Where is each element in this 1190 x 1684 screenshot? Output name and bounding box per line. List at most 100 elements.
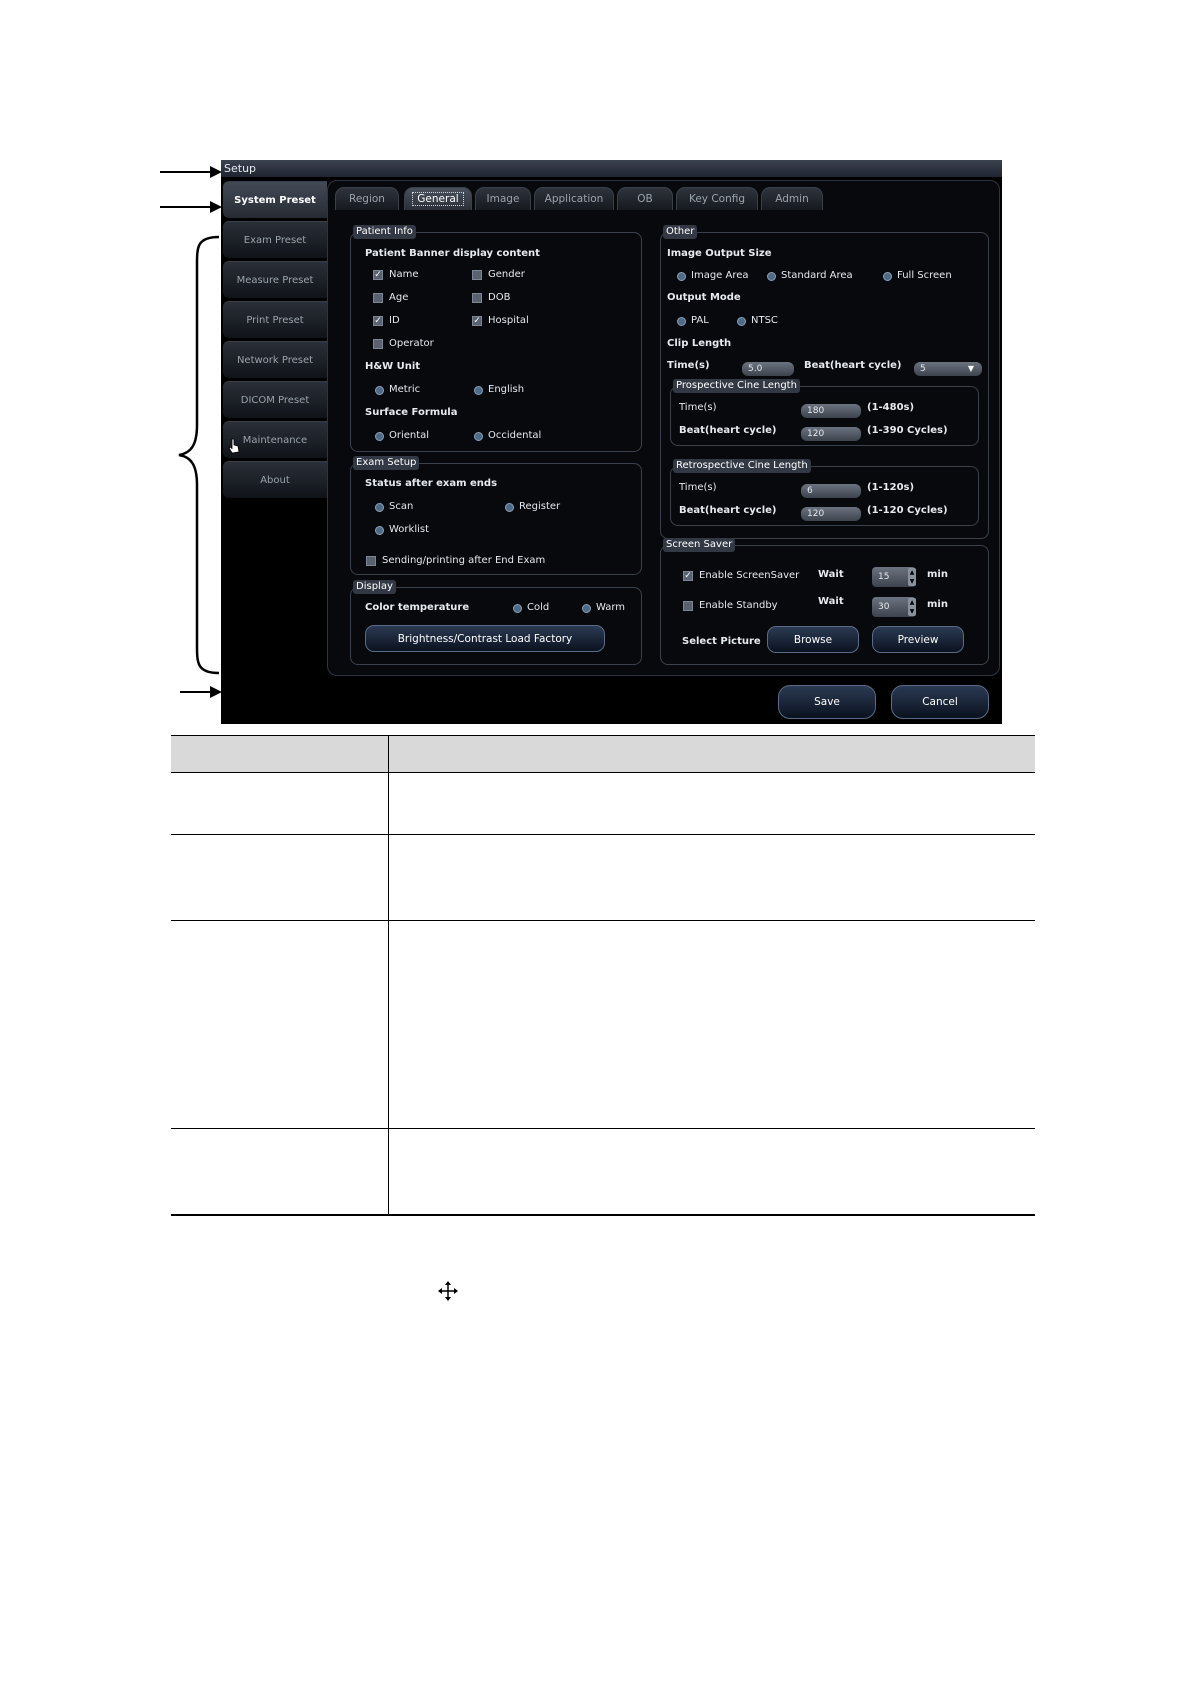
retrospective-beat-field[interactable]: 120 xyxy=(801,507,861,521)
tab-general[interactable]: General xyxy=(404,187,472,210)
clip-time-field[interactable]: 5.0 xyxy=(742,362,794,376)
image-area-radio[interactable] xyxy=(677,272,686,281)
tab-general-label: General xyxy=(412,192,464,206)
sidebar-item-system-preset[interactable]: System Preset xyxy=(223,181,327,218)
image-output-size-label: Image Output Size xyxy=(667,248,772,259)
prospective-beat-label: Beat(heart cycle) xyxy=(679,425,777,436)
annotation-brace xyxy=(178,235,220,675)
ntsc-label: NTSC xyxy=(751,315,778,326)
table-header-cell xyxy=(171,735,389,773)
hw-unit-label: H&W Unit xyxy=(365,361,421,372)
age-label: Age xyxy=(389,292,409,303)
pal-label: PAL xyxy=(691,315,709,326)
sidebar-item-dicom-preset[interactable]: DICOM Preset xyxy=(223,381,327,418)
oriental-label: Oriental xyxy=(389,430,430,441)
stepper-arrows-icon[interactable]: ▲ ▼ xyxy=(908,568,916,586)
tab-image[interactable]: Image xyxy=(475,187,531,210)
scan-radio[interactable] xyxy=(375,503,384,512)
dob-checkbox[interactable] xyxy=(472,293,482,303)
prospective-time-label: Time(s) xyxy=(679,402,717,413)
table-cell xyxy=(171,920,389,1129)
sidebar-item-measure-preset[interactable]: Measure Preset xyxy=(223,261,327,298)
prospective-time-field[interactable]: 180 xyxy=(801,404,861,418)
cancel-button[interactable]: Cancel xyxy=(891,685,989,719)
brightness-contrast-load-factory-button[interactable]: Brightness/Contrast Load Factory xyxy=(365,625,605,652)
full-screen-radio[interactable] xyxy=(883,272,892,281)
chevron-down-icon: ▼ xyxy=(967,364,975,373)
sidebar-item-about[interactable]: About xyxy=(223,461,327,498)
tab-key-config[interactable]: Key Config xyxy=(676,187,758,210)
prospective-beat-range: (1-390 Cycles) xyxy=(867,425,948,436)
register-label: Register xyxy=(519,501,561,512)
worklist-radio[interactable] xyxy=(375,526,384,535)
cold-radio[interactable] xyxy=(513,604,522,613)
output-mode-label: Output Mode xyxy=(667,292,741,303)
prospective-cine-title: Prospective Cine Length xyxy=(673,379,800,393)
sidebar-item-print-preset[interactable]: Print Preset xyxy=(223,301,327,338)
hospital-checkbox[interactable]: ✓ xyxy=(472,316,482,326)
metric-radio[interactable] xyxy=(375,386,384,395)
surface-formula-label: Surface Formula xyxy=(365,407,458,418)
table-cell xyxy=(171,834,389,921)
standard-area-radio[interactable] xyxy=(767,272,776,281)
sidebar-item-network-preset[interactable]: Network Preset xyxy=(223,341,327,378)
tab-ob[interactable]: OB xyxy=(617,187,673,210)
table-header-row xyxy=(171,735,1035,773)
register-radio[interactable] xyxy=(505,503,514,512)
stepper-arrows-icon[interactable]: ▲ ▼ xyxy=(908,598,916,616)
table-row xyxy=(171,834,1035,921)
table-cell xyxy=(388,1128,1035,1216)
description-table xyxy=(171,735,1035,1216)
gender-checkbox[interactable] xyxy=(472,270,482,280)
preview-button[interactable]: Preview xyxy=(872,626,964,653)
table-row xyxy=(171,920,1035,1129)
tab-application[interactable]: Application xyxy=(534,187,614,210)
clip-time-label: Time(s) xyxy=(667,360,710,371)
hand-pointer-icon xyxy=(228,438,240,454)
retrospective-time-field[interactable]: 6 xyxy=(801,484,861,498)
enable-standby-checkbox[interactable] xyxy=(683,601,693,611)
full-screen-label: Full Screen xyxy=(897,270,952,281)
retrospective-time-label: Time(s) xyxy=(679,482,717,493)
prospective-time-range: (1-480s) xyxy=(867,402,915,413)
sidebar-item-exam-preset[interactable]: Exam Preset xyxy=(223,221,327,258)
table-header-cell xyxy=(388,735,1035,773)
id-label: ID xyxy=(389,315,400,326)
color-temperature-label: Color temperature xyxy=(365,602,470,613)
exam-setup-title: Exam Setup xyxy=(353,456,420,470)
english-radio[interactable] xyxy=(474,386,483,395)
enable-screensaver-checkbox[interactable]: ✓ xyxy=(683,571,693,581)
ntsc-radio[interactable] xyxy=(737,317,746,326)
oriental-radio[interactable] xyxy=(375,432,384,441)
setup-window: Setup System Preset Exam Preset Measure … xyxy=(221,160,1002,724)
min-label-1: min xyxy=(927,569,948,580)
table-cell xyxy=(171,772,389,835)
occidental-label: Occidental xyxy=(488,430,542,441)
save-button[interactable]: Save xyxy=(778,685,876,719)
warm-label: Warm xyxy=(596,602,626,613)
operator-checkbox[interactable] xyxy=(373,339,383,349)
select-picture-label: Select Picture xyxy=(682,636,761,647)
english-label: English xyxy=(488,384,525,395)
warm-radio[interactable] xyxy=(582,604,591,613)
sending-printing-checkbox[interactable] xyxy=(366,556,376,566)
screen-saver-title: Screen Saver xyxy=(663,538,736,552)
prospective-beat-field[interactable]: 120 xyxy=(801,427,861,441)
id-checkbox[interactable]: ✓ xyxy=(373,316,383,326)
occidental-radio[interactable] xyxy=(474,432,483,441)
table-row xyxy=(171,772,1035,835)
cold-label: Cold xyxy=(527,602,550,613)
browse-button[interactable]: Browse xyxy=(767,626,859,653)
tab-admin[interactable]: Admin xyxy=(761,187,823,210)
age-checkbox[interactable] xyxy=(373,293,383,303)
tab-region[interactable]: Region xyxy=(335,187,399,210)
pal-radio[interactable] xyxy=(677,317,686,326)
status-after-exam-label: Status after exam ends xyxy=(365,478,498,489)
retrospective-beat-label: Beat(heart cycle) xyxy=(679,505,777,516)
enable-screensaver-label: Enable ScreenSaver xyxy=(699,570,800,581)
table-cell xyxy=(388,772,1035,835)
standard-area-label: Standard Area xyxy=(781,270,853,281)
sending-printing-label: Sending/printing after End Exam xyxy=(382,555,546,566)
table-cell xyxy=(171,1128,389,1216)
name-checkbox[interactable]: ✓ xyxy=(373,270,383,280)
